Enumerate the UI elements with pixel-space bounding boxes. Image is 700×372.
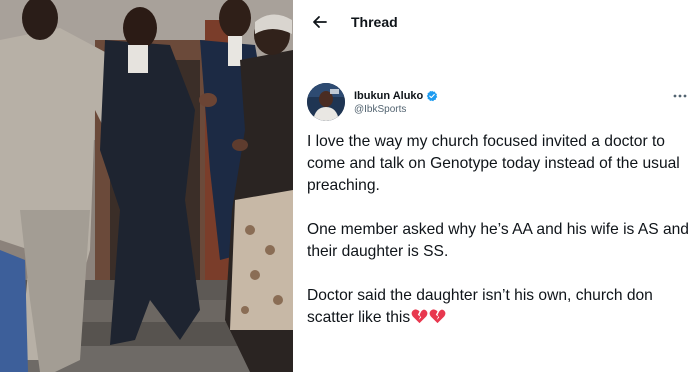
broken-heart-icon xyxy=(411,309,428,324)
arrow-left-icon xyxy=(313,16,327,28)
tweet-thread-panel: Thread Ibukun Aluko @IbkSports I love th… xyxy=(293,0,700,372)
church-photo xyxy=(0,0,293,372)
tweet-paragraph-text: Doctor said the daughter isn’t his own, … xyxy=(307,287,653,326)
author-handle[interactable]: @IbkSports xyxy=(354,104,438,115)
tweet-author: Ibukun Aluko @IbkSports xyxy=(307,82,687,122)
name-row: Ibukun Aluko xyxy=(354,90,438,102)
tweet-text: I love the way my church focused invited… xyxy=(307,131,693,351)
back-button[interactable] xyxy=(309,11,331,33)
more-options-button[interactable] xyxy=(673,86,687,101)
display-name[interactable]: Ibukun Aluko xyxy=(354,90,423,102)
tweet-paragraph: One member asked why he’s AA and his wif… xyxy=(307,221,689,260)
verified-badge-icon xyxy=(427,90,438,101)
header-title: Thread xyxy=(351,14,398,30)
church-photo-illustration xyxy=(0,0,293,372)
profile-photo xyxy=(307,83,345,121)
author-names: Ibukun Aluko @IbkSports xyxy=(354,90,438,115)
avatar[interactable] xyxy=(307,83,345,121)
thread-header: Thread xyxy=(293,0,700,44)
broken-heart-icon xyxy=(429,309,446,324)
tweet-paragraph-last: Doctor said the daughter isn’t his own, … xyxy=(307,285,693,329)
tweet-paragraph: I love the way my church focused invited… xyxy=(307,133,680,194)
more-options-icon xyxy=(673,94,687,98)
